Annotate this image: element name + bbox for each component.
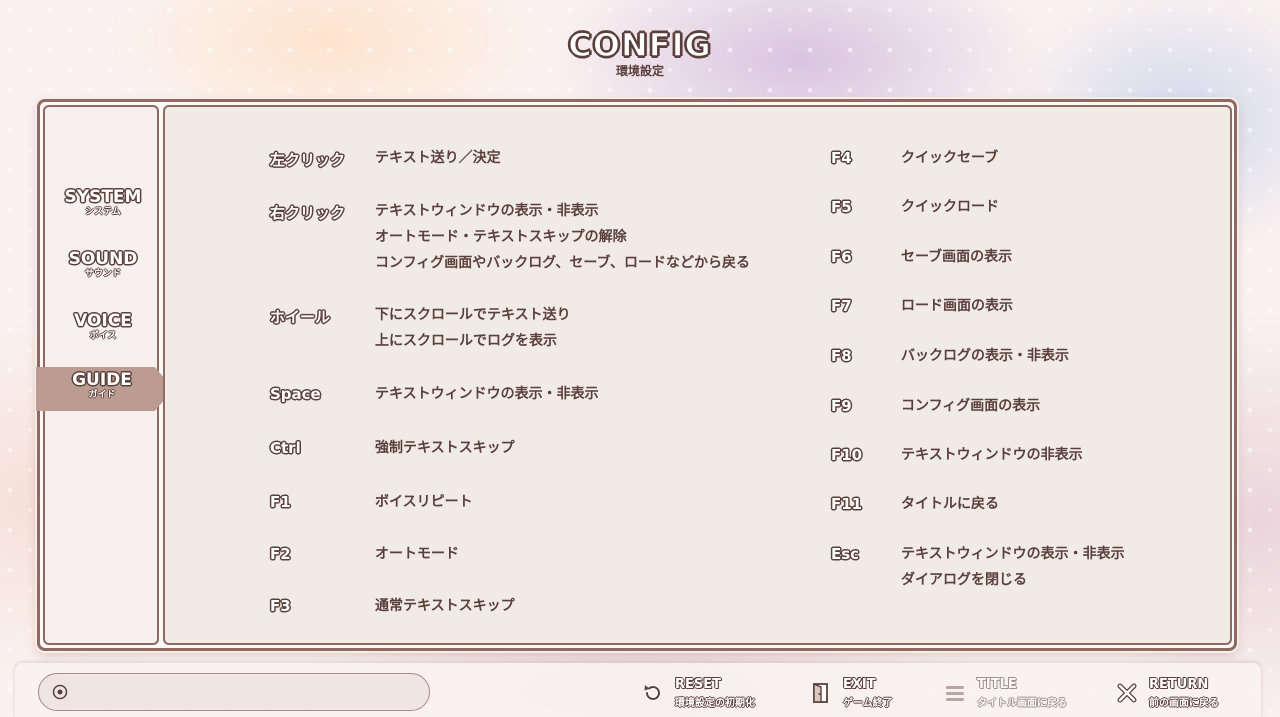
guide-description: テキストウィンドウの表示・非表示 (375, 381, 599, 407)
guide-key: F3 (270, 597, 291, 615)
title-label: TITLE (977, 677, 1017, 692)
exit-door-icon (809, 681, 833, 705)
message-box (38, 673, 430, 711)
guide-line: 下にスクロールでテキスト送り (375, 307, 571, 323)
sidebar-item-sound[interactable]: SOUND サウンド (45, 249, 161, 295)
guide-key: F4 (831, 149, 852, 167)
guide-description: セーブ画面の表示 (901, 244, 1012, 270)
guide-key: F6 (831, 248, 852, 266)
sidebar-item-label: SOUND (68, 249, 138, 269)
sidebar-item-system[interactable]: SYSTEM システム (45, 187, 161, 233)
guide-description: オートモード (375, 541, 459, 567)
guide-key: Esc (831, 545, 860, 563)
guide-description: テキストウィンドウの表示・非表示 オートモード・テキストスキップの解除 コンフィ… (375, 198, 750, 276)
guide-key: F2 (270, 545, 291, 563)
guide-line: 上にスクロールでログを表示 (375, 333, 557, 349)
sidebar-item-label: VOICE (74, 311, 132, 331)
guide-key: ホイール (270, 308, 331, 326)
close-icon (1115, 681, 1139, 705)
guide-line: テキストウィンドウの表示・非表示 (375, 386, 599, 402)
guide-description: ロード画面の表示 (901, 293, 1013, 319)
sidebar-item-label: GUIDE (72, 370, 132, 390)
guide-key: F8 (831, 347, 852, 365)
exit-button[interactable]: EXIT ゲーム終了 (809, 675, 909, 711)
sidebar-item-sublabel: サウンド (84, 269, 121, 279)
guide-line: 強制テキストスキップ (375, 440, 515, 456)
title-button[interactable]: TITLE タイトル画面に戻る (943, 675, 1073, 711)
guide-description: 通常テキストスキップ (375, 593, 515, 619)
sidebar-item-sublabel: ボイス (89, 331, 117, 341)
guide-description: バックログの表示・非表示 (901, 343, 1069, 369)
sidebar-item-sublabel: ガイド (88, 390, 116, 400)
guide-key: Space (270, 385, 321, 403)
guide-key: 右クリック (270, 204, 346, 222)
return-sublabel: 前の画面に戻る (1149, 698, 1219, 709)
guide-line: タイトルに戻る (901, 496, 999, 512)
exit-label: EXIT (843, 677, 876, 692)
guide-line: オートモード・テキストスキップの解除 (375, 229, 627, 245)
menu-lines-icon (943, 681, 967, 705)
reset-sublabel: 環境設定の初期化 (675, 698, 755, 709)
title-sublabel: タイトル画面に戻る (977, 698, 1067, 709)
guide-line: ボイスリピート (375, 494, 473, 510)
guide-description: コンフィグ画面の表示 (901, 393, 1040, 419)
guide-line: ロード画面の表示 (901, 298, 1013, 314)
reset-icon (641, 681, 665, 705)
guide-line: 通常テキストスキップ (375, 598, 515, 614)
guide-key: F11 (831, 495, 863, 513)
guide-key: Ctrl (270, 439, 301, 457)
guide-line: ダイアログを閉じる (901, 572, 1027, 588)
guide-line: テキストウィンドウの表示・非表示 (375, 203, 599, 219)
guide-key: 左クリック (270, 151, 346, 169)
guide-line: テキスト送り／決定 (375, 150, 501, 166)
guide-description: 強制テキストスキップ (375, 435, 515, 461)
guide-description: タイトルに戻る (901, 491, 999, 517)
guide-description: テキストウィンドウの表示・非表示 ダイアログを閉じる (901, 541, 1125, 593)
guide-line: セーブ画面の表示 (901, 249, 1013, 265)
config-panel: SYSTEM システム SOUND サウンド VOICE ボイス GUIDE ガ… (36, 99, 1237, 651)
guide-description: テキスト送り／決定 (375, 145, 501, 171)
page-title: CONFIG (568, 25, 712, 64)
eye-icon[interactable] (52, 684, 68, 700)
guide-line: クイックセーブ (901, 150, 999, 166)
guide-line: オートモード (375, 546, 459, 562)
return-button[interactable]: RETURN 前の画面に戻る (1115, 675, 1245, 711)
guide-line: テキストウィンドウの非表示 (901, 447, 1083, 463)
guide-description: テキストウィンドウの非表示 (901, 442, 1083, 468)
sidebar-item-sublabel: システム (85, 207, 121, 217)
guide-key: F9 (831, 397, 852, 415)
guide-key: F7 (831, 297, 852, 315)
reset-button[interactable]: RESET 環境設定の初期化 (641, 675, 771, 711)
bottom-bar: RESET 環境設定の初期化 EXIT ゲーム終了 TITLE タイトル画面に戻… (15, 663, 1261, 717)
guide-description: 下にスクロールでテキスト送り 上にスクロールでログを表示 (375, 302, 571, 354)
guide-key: F10 (831, 446, 863, 464)
page-subtitle: 環境設定 (615, 64, 664, 78)
guide-content: 左クリック テキスト送り／決定 右クリック テキストウィンドウの表示・非表示 オ… (163, 105, 1232, 645)
guide-key: F5 (831, 198, 852, 216)
guide-key: F1 (270, 493, 291, 511)
guide-line: コンフィグ画面やバックログ、セーブ、ロードなどから戻る (375, 255, 751, 271)
guide-description: クイックセーブ (901, 145, 998, 171)
reset-label: RESET (675, 677, 722, 692)
sidebar-item-voice[interactable]: VOICE ボイス (45, 311, 161, 357)
guide-line: バックログの表示・非表示 (901, 348, 1069, 364)
guide-line: テキストウィンドウの表示・非表示 (901, 546, 1125, 562)
guide-line: コンフィグ画面の表示 (901, 398, 1041, 414)
exit-sublabel: ゲーム終了 (843, 698, 893, 709)
page-header: CONFIG 環境設定 (0, 25, 1280, 79)
guide-description: クイックロード (901, 194, 999, 220)
return-label: RETURN (1149, 677, 1209, 692)
guide-description: ボイスリピート (375, 489, 473, 515)
sidebar-item-guide[interactable]: GUIDE ガイド (44, 370, 160, 416)
guide-line: クイックロード (901, 199, 999, 215)
sidebar-item-label: SYSTEM (64, 187, 142, 207)
